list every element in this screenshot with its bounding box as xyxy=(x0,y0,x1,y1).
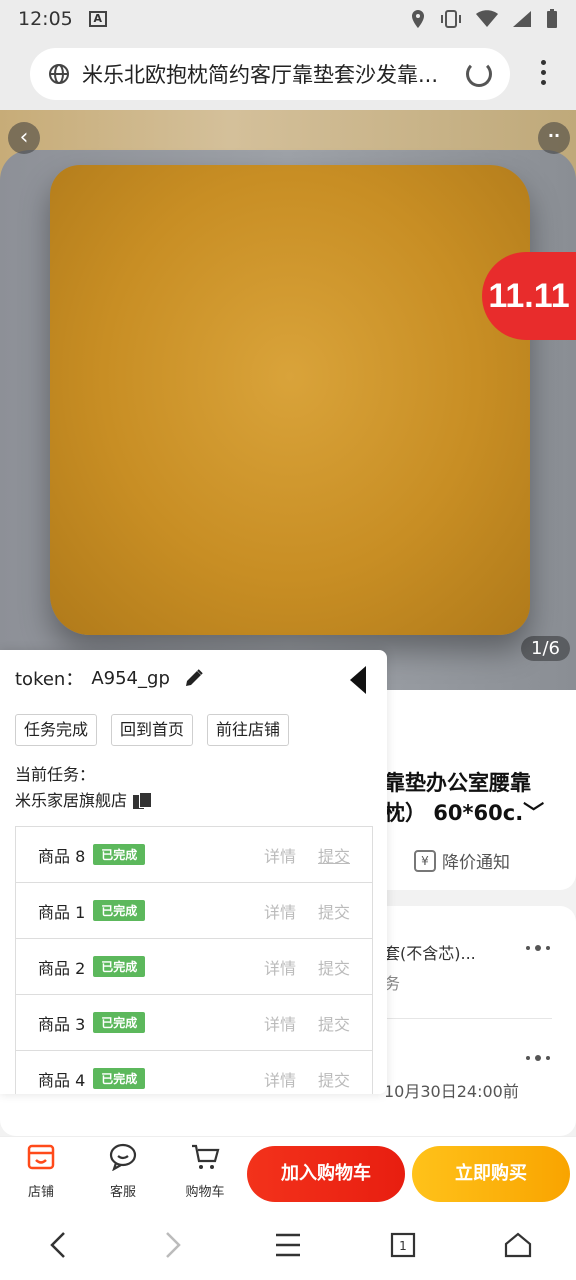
price-alert-label: 降价通知 xyxy=(442,853,510,873)
nav-back-icon[interactable] xyxy=(38,1225,78,1265)
product-title[interactable]: 靠垫办公室腰靠 枕） 60*60c.﹀ xyxy=(384,768,544,828)
status-time: 12:05 xyxy=(18,8,73,30)
globe-icon xyxy=(49,64,69,84)
go-to-shop-button[interactable]: 前往店铺 xyxy=(207,714,290,746)
delivery-more-icon[interactable] xyxy=(526,1055,550,1061)
more-options-icon[interactable]: ·· xyxy=(538,122,570,154)
tabs-count: 1 xyxy=(399,1239,407,1253)
price-alert-icon: ¥ xyxy=(414,849,436,872)
task-name: 商品 1 xyxy=(38,902,86,922)
submit-link[interactable]: 提交 xyxy=(318,1011,350,1035)
task-row: 商品 2 已完成 详情 提交 xyxy=(16,939,372,995)
url-field[interactable]: 米乐北欧抱枕简约客厅靠垫套沙发靠... xyxy=(30,48,510,100)
buy-now-button[interactable]: 立即购买 xyxy=(412,1146,570,1202)
edit-icon[interactable] xyxy=(184,668,204,688)
submit-link[interactable]: 提交 xyxy=(318,955,350,979)
copy-icon[interactable] xyxy=(133,792,153,810)
task-name: 商品 4 xyxy=(38,1070,86,1090)
current-task: 当前任务： 米乐家居旗舰店 xyxy=(15,762,153,814)
spec-more-icon[interactable] xyxy=(526,945,550,951)
back-home-button[interactable]: 回到首页 xyxy=(111,714,194,746)
task-row: 商品 4 已完成 详情 提交 xyxy=(16,1051,372,1094)
nav-forward-icon[interactable] xyxy=(153,1225,193,1265)
collapse-panel-icon[interactable] xyxy=(350,666,366,694)
signal-icon xyxy=(513,11,531,27)
product-image[interactable]: ‹ ·· 11.11 1/6 xyxy=(0,110,576,690)
status-bar: 12:05 A xyxy=(0,0,576,38)
task-panel: token： A954_gp 任务完成 回到首页 前往店铺 当前任务： 米乐家居… xyxy=(0,650,387,1094)
notification-icon: A xyxy=(88,11,107,27)
nav-tabs-icon[interactable]: 1 xyxy=(383,1225,423,1265)
task-name: 商品 8 xyxy=(38,846,86,866)
task-list[interactable]: 商品 8 已完成 详情 提交 商品 1 已完成 详情 提交 商品 2 已完成 详情提… xyxy=(15,826,373,1094)
submit-link[interactable]: 提交 xyxy=(318,1067,350,1091)
location-icon xyxy=(412,10,424,28)
token-value: A954_gp xyxy=(91,667,170,689)
price-alert-button[interactable]: ¥ 降价通知 xyxy=(414,848,510,873)
task-name: 商品 2 xyxy=(38,958,86,978)
product-title-line2: 枕） 60*60c.﹀ xyxy=(384,801,545,825)
chat-icon xyxy=(109,1143,137,1172)
detail-link[interactable]: 详情 xyxy=(264,955,296,979)
token-label: token： xyxy=(15,669,84,690)
detail-link[interactable]: 详情 xyxy=(264,1067,296,1091)
browser-nav-bar: 1 xyxy=(0,1210,576,1280)
wifi-icon xyxy=(476,10,498,27)
double-eleven-badge: 11.11 xyxy=(482,252,576,340)
purchase-action-bar: 店铺 客服 购物车 加入购物车 立即购买 xyxy=(0,1136,576,1210)
cart-icon xyxy=(192,1144,220,1169)
nav-menu-icon[interactable] xyxy=(268,1225,308,1265)
submit-link[interactable]: 提交 xyxy=(318,843,350,867)
customer-service-button[interactable]: 客服 xyxy=(95,1143,151,1200)
service-label: 客服 xyxy=(109,1185,136,1200)
image-pager: 1/6 xyxy=(521,636,570,661)
task-name: 商品 3 xyxy=(38,1014,86,1034)
delivery-time: 10月30日24:00前 xyxy=(384,1082,519,1101)
browser-toolbar: 米乐北欧抱枕简约客厅靠垫套沙发靠... xyxy=(0,38,576,110)
cart-label: 购物车 xyxy=(185,1185,225,1200)
vibrate-icon xyxy=(441,10,461,28)
url-title: 米乐北欧抱枕简约客厅靠垫套沙发靠... xyxy=(82,63,439,87)
browser-menu-icon[interactable] xyxy=(541,60,546,85)
shop-icon xyxy=(27,1144,55,1170)
cart-button[interactable]: 购物车 xyxy=(177,1143,233,1200)
status-badge: 已完成 xyxy=(93,1012,146,1033)
current-shop-row: 米乐家居旗舰店 xyxy=(15,788,153,814)
product-title-line1: 靠垫办公室腰靠 xyxy=(384,771,531,795)
current-task-label: 当前任务： xyxy=(15,765,96,784)
status-badge: 已完成 xyxy=(93,900,146,921)
divider xyxy=(384,1018,552,1019)
detail-link[interactable]: 详情 xyxy=(264,899,296,923)
status-badge: 已完成 xyxy=(93,1068,146,1089)
nav-home-icon[interactable] xyxy=(498,1225,538,1265)
task-complete-button[interactable]: 任务完成 xyxy=(15,714,98,746)
detail-link[interactable]: 详情 xyxy=(264,1011,296,1035)
task-row: 商品 3 已完成 详情 提交 xyxy=(16,995,372,1051)
panel-button-row: 任务完成 回到首页 前往店铺 xyxy=(15,714,290,746)
shop-button[interactable]: 店铺 xyxy=(13,1143,69,1200)
task-row: 商品 8 已完成 详情 提交 xyxy=(16,827,372,883)
spec-selected[interactable]: 套(不含芯)... xyxy=(384,940,476,964)
submit-link[interactable]: 提交 xyxy=(318,899,350,923)
reload-icon[interactable] xyxy=(466,61,492,87)
current-shop-name: 米乐家居旗舰店 xyxy=(15,791,128,810)
shop-label: 店铺 xyxy=(27,1185,54,1200)
add-to-cart-button[interactable]: 加入购物车 xyxy=(247,1146,405,1202)
detail-link[interactable]: 详情 xyxy=(264,843,296,867)
back-arrow-icon[interactable]: ‹ xyxy=(8,122,40,154)
battery-icon xyxy=(547,9,557,28)
status-badge: 已完成 xyxy=(93,956,146,977)
token-row: token： A954_gp xyxy=(15,665,204,691)
task-row: 商品 1 已完成 详情 提交 xyxy=(16,883,372,939)
image-pillow xyxy=(50,165,530,635)
status-badge: 已完成 xyxy=(93,844,146,865)
